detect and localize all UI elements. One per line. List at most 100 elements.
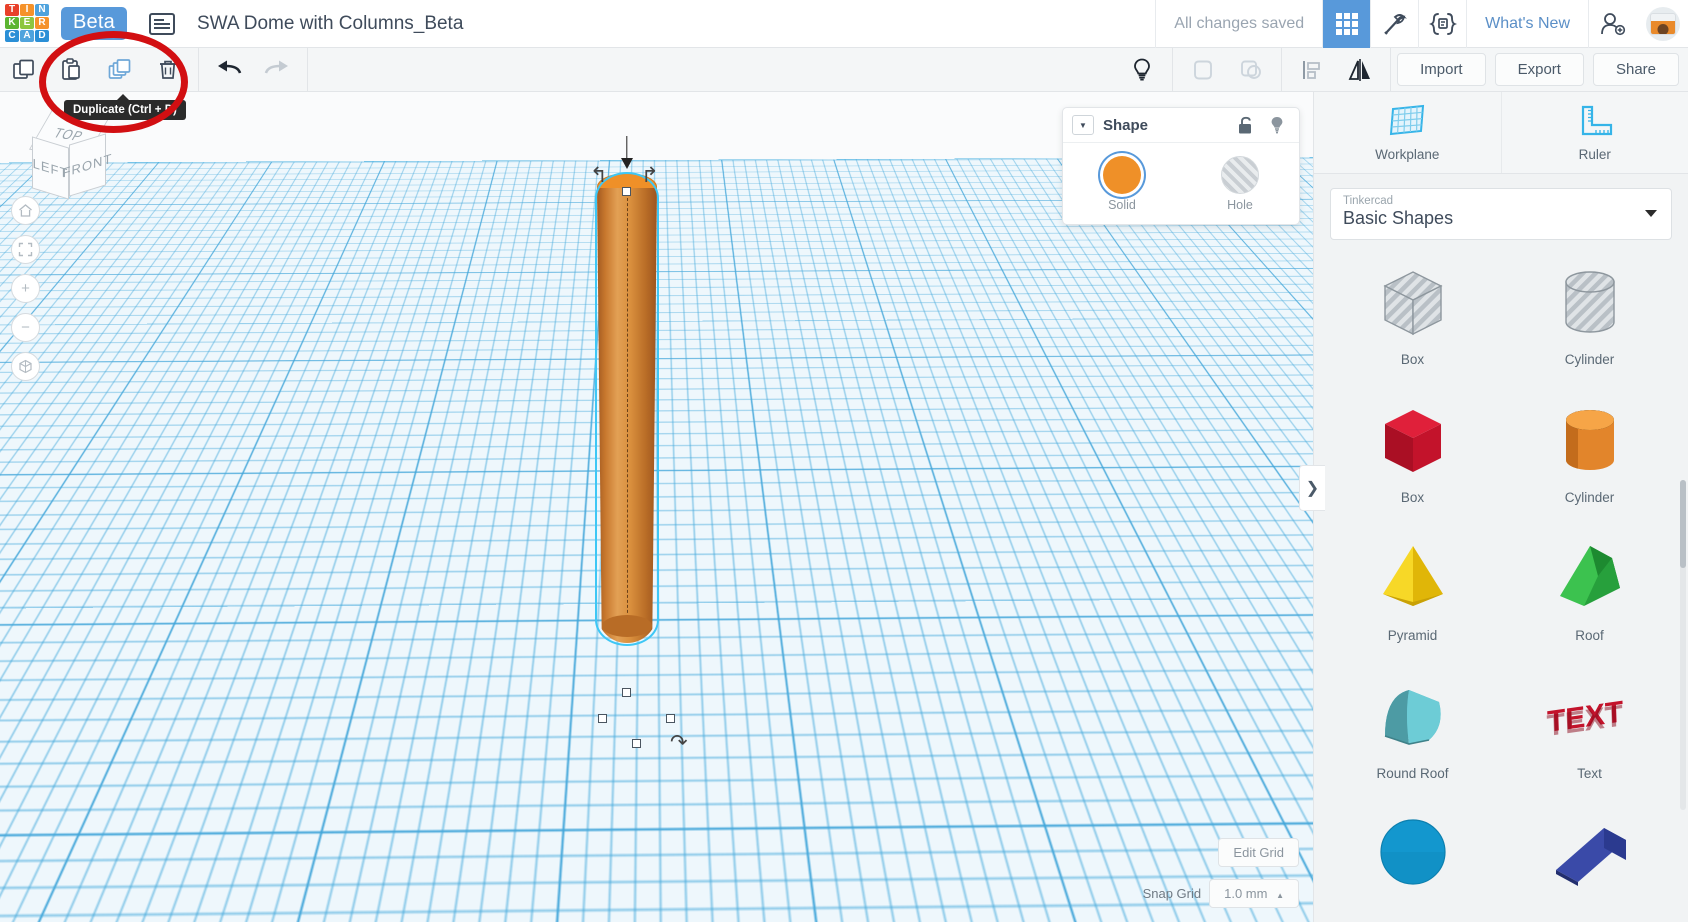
zoom-in-button[interactable]: + [11, 274, 40, 303]
g2 [1343, 12, 1350, 19]
shape-item-pyramid[interactable]: Pyramid [1324, 528, 1501, 656]
logo-tile-t: T [5, 3, 19, 16]
g4 [1335, 20, 1342, 27]
export-button[interactable]: Export [1494, 53, 1584, 86]
shape-label: Cylinder [1564, 352, 1615, 367]
shape-item-round-roof[interactable]: Round Roof [1324, 666, 1501, 794]
lightbulb-icon [1134, 58, 1150, 80]
align-button[interactable] [1288, 48, 1336, 92]
workplane-tool[interactable]: Workplane [1314, 92, 1501, 173]
lightbulb-icon[interactable] [1268, 115, 1286, 135]
group-button[interactable] [1179, 48, 1227, 92]
share-button[interactable]: Share [1592, 53, 1679, 86]
corner-handle-right[interactable] [666, 714, 675, 723]
paste-button[interactable] [48, 48, 96, 92]
height-handle[interactable] [622, 688, 631, 697]
column-bottom-face [602, 615, 652, 637]
unlock-icon[interactable] [1236, 115, 1254, 135]
avatar[interactable] [1646, 6, 1680, 41]
codeblocks-button[interactable] [1418, 0, 1466, 48]
shape-library-grid[interactable]: Box Cylinder Box Cylinder Pyramid Roof R… [1314, 252, 1688, 892]
apps-grid-button[interactable] [1322, 0, 1371, 48]
rotate-handle-left[interactable]: ↰ [590, 163, 608, 188]
page-title[interactable]: SWA Dome with Columns_Beta [197, 13, 463, 35]
shape-item-sphere[interactable]: Sphere [1324, 804, 1501, 892]
tinkercad-app: T I N K E R C A D Beta SWA Dome with Col… [0, 0, 1688, 922]
tinkercad-logo[interactable]: T I N K E R C A D [5, 3, 51, 44]
delete-button[interactable] [144, 48, 192, 92]
undo-button[interactable] [205, 48, 253, 92]
fit-all-button[interactable] [11, 235, 40, 264]
corner-handle-left[interactable] [598, 714, 607, 723]
shape-item-wedge[interactable]: Wedge [1501, 804, 1678, 892]
project-menu-icon[interactable] [148, 12, 175, 35]
minecraft-button[interactable] [1370, 0, 1418, 48]
box-icon [1384, 410, 1441, 472]
ungroup-button[interactable] [1227, 48, 1275, 92]
top-scale-handle[interactable] [622, 187, 631, 196]
shape-panel-collapse-button[interactable]: ▼ [1072, 115, 1094, 135]
light-button[interactable] [1118, 48, 1166, 92]
zoom-in-label: + [21, 280, 30, 297]
shapes-scrollbar[interactable] [1680, 480, 1686, 810]
shape-inspector-panel: ▼ Shape Solid Hole [1062, 107, 1300, 225]
copy-button[interactable] [0, 48, 48, 92]
snap-grid-label: Snap Grid [1142, 886, 1202, 901]
rotate-handle-bottom[interactable]: ↷ [670, 730, 688, 755]
duplicate-button[interactable] [96, 48, 144, 92]
collapse-panel-button[interactable]: ❯ [1299, 465, 1325, 511]
ortho-toggle-button[interactable] [11, 352, 40, 381]
cylinder-icon [1565, 410, 1614, 470]
view-cube[interactable]: TOP LEFT FRONT [24, 106, 120, 202]
shape-item-text[interactable]: TEXT TEXT Text [1501, 666, 1678, 794]
shape-item-box-hole[interactable]: Box [1324, 252, 1501, 380]
save-status: All changes saved [1155, 0, 1322, 48]
whats-new-link[interactable]: What's New [1466, 0, 1588, 48]
clipboard-group [0, 48, 192, 92]
edit-grid-button[interactable]: Edit Grid [1218, 838, 1299, 867]
move-up-arrow-handle[interactable] [620, 158, 633, 169]
view-cube-front[interactable]: FRONT [63, 133, 112, 197]
shape-item-cylinder-hole[interactable]: Cylinder [1501, 252, 1678, 380]
snap-grid-dropdown[interactable]: 1.0 mm ▲ [1209, 879, 1299, 908]
hole-option[interactable]: Hole [1181, 143, 1299, 225]
hole-swatch[interactable] [1221, 156, 1259, 194]
redo-arrow-icon [264, 60, 288, 73]
logo-tile-r: R [35, 16, 49, 29]
ruler-tool[interactable]: Ruler [1500, 92, 1688, 173]
logo-tile-a: A [20, 29, 34, 42]
mirror-button[interactable] [1336, 48, 1384, 92]
edit-toolbar: Import Export Share [0, 47, 1688, 92]
shape-library-dropdown[interactable]: Tinkercad Basic Shapes [1330, 188, 1672, 240]
fit-all-icon [18, 242, 33, 257]
scrollbar-thumb[interactable] [1680, 480, 1686, 568]
shape-label: Cylinder [1564, 490, 1615, 505]
wedge-icon [1555, 828, 1626, 886]
g6 [1351, 20, 1358, 27]
shape-item-cylinder[interactable]: Cylinder [1501, 390, 1678, 518]
copy-icon [13, 59, 34, 79]
app-header: T I N K E R C A D Beta SWA Dome with Col… [0, 0, 1688, 48]
home-view-button[interactable] [11, 196, 40, 225]
solid-swatch[interactable] [1103, 156, 1141, 194]
box-hole-icon [1382, 271, 1443, 336]
column-object[interactable]: ↰ ↱ ↷ [588, 136, 688, 754]
shape-item-roof[interactable]: Roof [1501, 528, 1678, 656]
workplane-label: Workplane [1375, 147, 1440, 162]
import-button[interactable]: Import [1397, 53, 1486, 86]
invite-people-button[interactable] [1588, 0, 1636, 48]
ruler-label: Ruler [1578, 147, 1611, 162]
solid-option[interactable]: Solid [1063, 143, 1181, 225]
add-person-icon [1600, 12, 1625, 35]
zoom-out-button[interactable]: − [11, 313, 40, 342]
rotate-handle-right[interactable]: ↱ [641, 163, 659, 188]
redo-button[interactable] [253, 48, 301, 92]
duplicate-icon [108, 58, 131, 79]
shape-item-box[interactable]: Box [1324, 390, 1501, 518]
beta-badge[interactable]: Beta [61, 7, 127, 40]
bottom-scale-handle[interactable] [632, 739, 641, 748]
toolbar-divider-4 [1281, 47, 1283, 92]
logo-tile-d: D [35, 29, 49, 42]
g3 [1351, 12, 1358, 19]
shape-panel-title: Shape [1103, 116, 1149, 134]
